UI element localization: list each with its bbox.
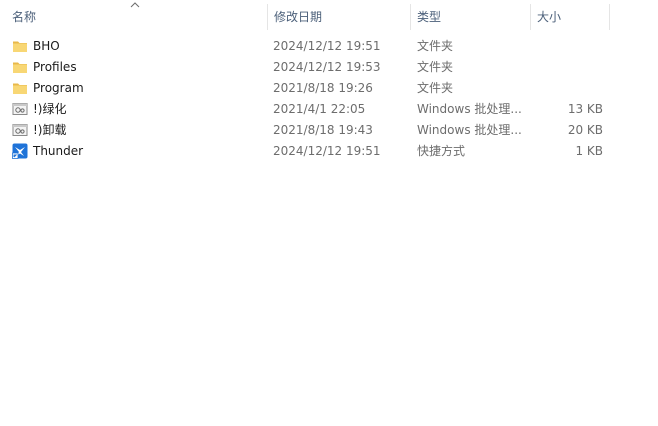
file-size <box>531 36 603 57</box>
file-name: Program <box>33 81 84 95</box>
file-date: 2021/4/1 22:05 <box>273 102 366 116</box>
file-row[interactable]: BHO 2024/12/12 19:51 文件夹 <box>0 36 658 57</box>
file-size <box>531 78 603 99</box>
column-header-name[interactable]: 名称 <box>6 0 266 34</box>
file-size: 20 KB <box>567 123 603 137</box>
file-row[interactable]: Thunder 2024/12/12 19:51 快捷方式 1 KB <box>0 141 658 162</box>
folder-icon <box>13 83 27 94</box>
file-date: 2024/12/12 19:53 <box>273 60 381 74</box>
file-name-cell[interactable]: Program <box>12 78 262 99</box>
file-type: 文件夹 <box>417 39 454 53</box>
column-header-row: 名称 修改日期 类型 大小 <box>0 0 658 34</box>
file-type: 快捷方式 <box>417 144 466 158</box>
file-size: 1 KB <box>575 144 603 158</box>
file-name: !)绿化 <box>33 102 67 116</box>
file-name: !)卸载 <box>33 123 67 137</box>
file-name-cell[interactable]: Thunder <box>12 141 262 162</box>
column-divider[interactable] <box>609 4 610 30</box>
file-name-cell[interactable]: BHO <box>12 36 262 57</box>
file-date: 2021/8/18 19:43 <box>273 123 373 137</box>
folder-icon <box>13 62 27 73</box>
column-header-size[interactable]: 大小 <box>531 0 609 34</box>
column-header-date[interactable]: 修改日期 <box>268 0 410 34</box>
file-row[interactable]: Program 2021/8/18 19:26 文件夹 <box>0 78 658 99</box>
column-header-type[interactable]: 类型 <box>411 0 529 34</box>
file-size: 13 KB <box>567 102 603 116</box>
file-name-cell[interactable]: !)绿化 <box>12 99 262 120</box>
file-row[interactable]: Profiles 2024/12/12 19:53 文件夹 <box>0 57 658 78</box>
file-date: 2024/12/12 19:51 <box>273 144 381 158</box>
file-type: Windows 批处理... <box>417 123 522 137</box>
batch-file-icon <box>12 124 28 136</box>
file-type: 文件夹 <box>417 81 454 95</box>
file-date: 2024/12/12 19:51 <box>273 39 381 53</box>
file-list: BHO 2024/12/12 19:51 文件夹 Profiles 2024/1… <box>0 36 658 162</box>
batch-file-icon <box>12 103 28 115</box>
thunder-shortcut-icon <box>12 143 28 159</box>
file-date: 2021/8/18 19:26 <box>273 81 373 95</box>
file-type: Windows 批处理... <box>417 102 522 116</box>
file-name: Profiles <box>33 60 77 74</box>
file-explorer: 名称 修改日期 类型 大小 BHO 2024/12/12 19:51 文件夹 P… <box>0 0 658 426</box>
file-name-cell[interactable]: !)卸载 <box>12 120 262 141</box>
file-row[interactable]: !)绿化 2021/4/1 22:05 Windows 批处理... 13 KB <box>0 99 658 120</box>
file-name: Thunder <box>33 144 84 158</box>
file-type: 文件夹 <box>417 60 454 74</box>
file-size <box>531 57 603 78</box>
file-row[interactable]: !)卸载 2021/8/18 19:43 Windows 批处理... 20 K… <box>0 120 658 141</box>
file-name: BHO <box>33 39 60 53</box>
folder-icon <box>13 41 27 52</box>
file-name-cell[interactable]: Profiles <box>12 57 262 78</box>
